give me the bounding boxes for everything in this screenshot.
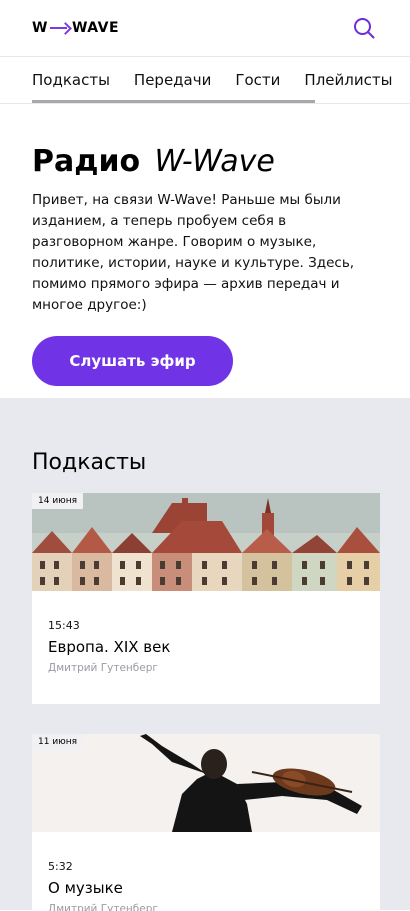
hero-section: Радио W-Wave Привет, на связи W-Wave! Ра… <box>0 104 410 398</box>
podcast-cover-image: 14 июня <box>32 493 380 591</box>
hero-description: Привет, на связи W-Wave! Раньше мы были … <box>32 192 355 313</box>
logo[interactable]: W WAVE <box>32 20 119 36</box>
podcasts-section: Подкасты 14 июня 15:43 Европа. XIX век Д… <box>0 398 410 911</box>
title-italic: W-Wave <box>154 144 275 179</box>
podcast-card[interactable]: 11 июня 5:32 О музыке Дмитрий Гутенберг <box>32 734 380 911</box>
podcast-duration: 15:43 <box>48 619 80 632</box>
podcast-card[interactable]: 14 июня 15:43 Европа. XIX век Дмитрий Гу… <box>32 493 380 704</box>
tabs-scrollbar[interactable] <box>32 100 315 103</box>
title-bold: Радио <box>32 144 141 179</box>
old-town-illustration <box>32 493 380 591</box>
search-button[interactable] <box>350 14 378 42</box>
search-icon <box>354 18 375 39</box>
podcast-author[interactable]: Дмитрий Гутенберг <box>48 903 364 911</box>
top-header: W WAVE <box>0 0 410 56</box>
page-title: Радио W-Wave <box>32 144 378 180</box>
podcast-date: 11 июня <box>32 734 84 750</box>
category-tabs: Подкасты Передачи Гости Плейлисты <box>0 56 410 104</box>
listen-live-button[interactable]: Слушать эфир <box>32 336 233 386</box>
tab-playlists[interactable]: Плейлисты <box>304 71 392 89</box>
logo-right: WAVE <box>71 20 120 36</box>
podcast-date: 14 июня <box>32 493 84 509</box>
tab-podcasts[interactable]: Подкасты <box>32 71 110 89</box>
logo-left: W <box>32 20 48 36</box>
podcasts-heading: Подкасты <box>32 450 147 475</box>
podcast-author[interactable]: Дмитрий Гутенберг <box>48 662 364 674</box>
tab-programs[interactable]: Передачи <box>134 71 211 89</box>
violinist-illustration <box>32 734 380 832</box>
podcast-title[interactable]: О музыке <box>48 879 364 897</box>
podcast-title[interactable]: Европа. XIX век <box>48 638 364 656</box>
podcast-duration: 5:32 <box>48 860 73 873</box>
tab-guests[interactable]: Гости <box>235 71 280 89</box>
logo-arrow-icon <box>49 23 70 33</box>
podcast-cover-image: 11 июня <box>32 734 380 832</box>
